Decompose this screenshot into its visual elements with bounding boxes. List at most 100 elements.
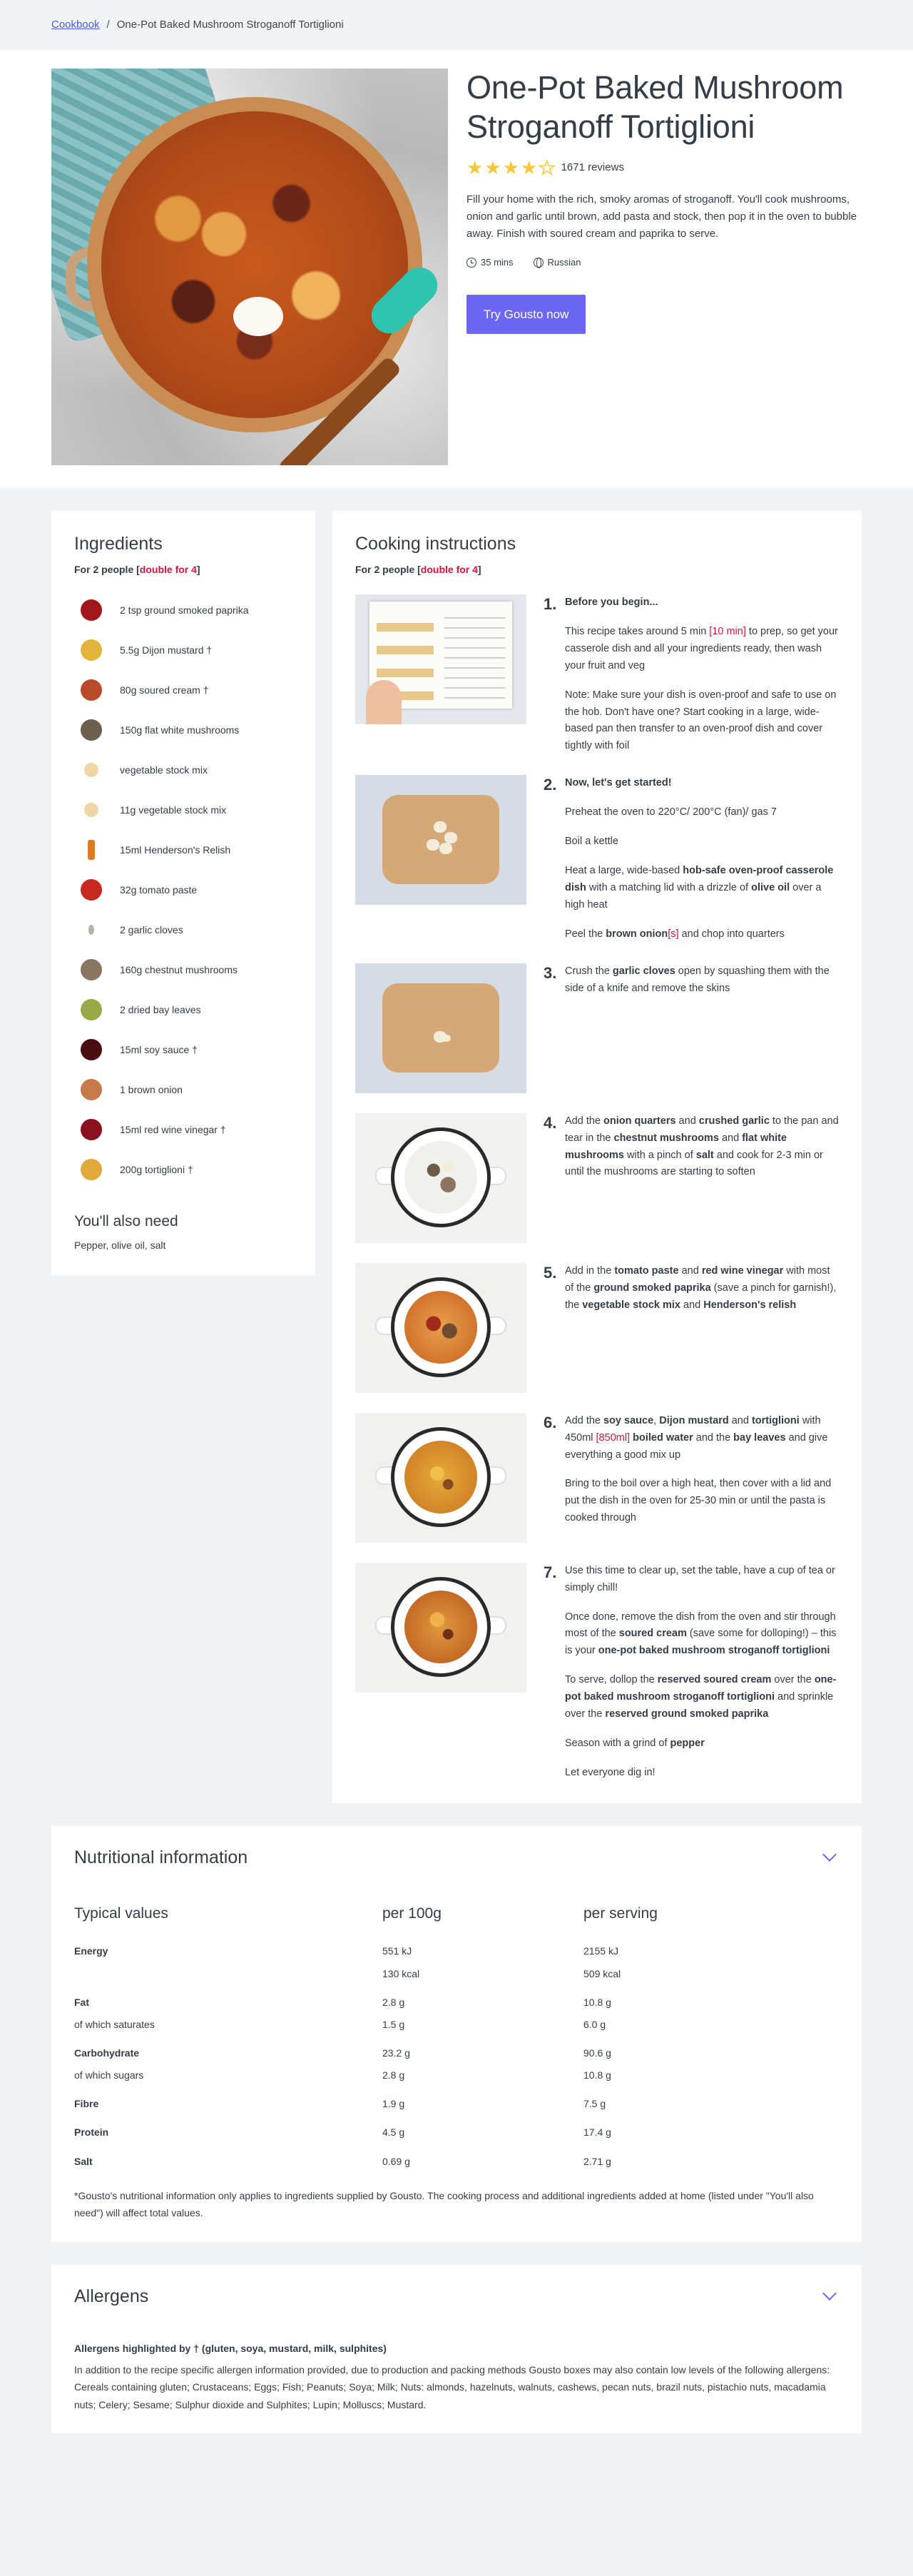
double-for-4-link[interactable]: double for 4: [140, 564, 197, 575]
chevron-down-icon[interactable]: [822, 1847, 837, 1862]
ingredient-item: 2 dried bay leaves: [74, 990, 292, 1030]
bay-leaf-icon: [74, 993, 108, 1027]
breadcrumb-current: One-Pot Baked Mushroom Stroganoff Tortig…: [116, 19, 344, 31]
nutrition-per100g: 23.2 g: [382, 2047, 410, 2059]
ingredient-item: 15ml Henderson's Relish: [74, 830, 292, 870]
recipe-rating[interactable]: ★ ★ ★ ★ ★ 1671 reviews: [466, 156, 862, 178]
nutrition-row: of which sugars 2.8 g 10.8 g: [74, 2064, 839, 2089]
step-paragraph: Use this time to clear up, set the table…: [565, 1563, 839, 1597]
instruction-step: 7. Use this time to clear up, set the tab…: [355, 1562, 839, 1782]
step-ingredient: reserved soured cream: [657, 1674, 772, 1686]
step-number: 2.: [544, 776, 557, 794]
servings-suffix: ]: [477, 563, 481, 575]
nutrition-perserving: 17.4 g: [583, 2126, 611, 2139]
breadcrumb-cookbook-link[interactable]: Cookbook: [51, 16, 100, 34]
nutrition-per100g: 0.69 g: [382, 2155, 410, 2167]
step-quantity-for-4: [850ml]: [596, 1431, 631, 1444]
step-text: Add in the tomato paste and red wine vin…: [565, 1263, 839, 1393]
nutrition-row: Salt 0.69 g 2.71 g: [74, 2147, 839, 2172]
breadcrumb: Cookbook / One-Pot Baked Mushroom Stroga…: [0, 0, 913, 50]
ingredient-label: 15ml soy sauce †: [120, 1043, 198, 1055]
nutrition-row: Protein 4.5 g 17.4 g: [74, 2118, 839, 2146]
nutrition-header-typical: Typical values: [74, 1905, 168, 1922]
nutrition-footnote: *Gousto's nutritional information only a…: [74, 2190, 814, 2218]
step-ingredient: ground smoked paprika: [593, 1282, 711, 1294]
allergens-highlight: Allergens highlighted by † (gluten, soya…: [74, 2343, 387, 2355]
soy-sauce-icon: [74, 1033, 108, 1067]
step-text-segment: Crush the: [565, 965, 613, 977]
instruction-step: 3. Crush the garlic cloves open by squash…: [355, 963, 839, 1093]
step-text-segment: Preheat the oven to 220°C/ 200°C (fan)/ …: [565, 806, 777, 818]
step-ingredient: brown onion: [606, 928, 668, 940]
step-ingredient: chestnut mushrooms: [613, 1132, 719, 1144]
step-quantity-for-4: [s]: [668, 928, 679, 940]
nutrition-table: Typical values per 100g per serving Ener…: [74, 1902, 839, 2172]
step-paragraph: Boil a kettle: [565, 833, 839, 851]
garlic-icon: [74, 913, 108, 947]
nutrition-title: Nutritional information: [74, 1847, 248, 1867]
nutrition-per100g: 2.8 g: [382, 1997, 405, 2009]
allergens-header[interactable]: Allergens: [74, 2285, 839, 2308]
nutrition-header[interactable]: Nutritional information: [74, 1846, 839, 1870]
double-for-4-link[interactable]: double for 4: [421, 564, 478, 575]
nutrition-section: Nutritional information Typical values p…: [51, 1825, 862, 2242]
step-text-segment: and the: [693, 1431, 734, 1444]
pasta-icon: [74, 1152, 108, 1187]
step-quantity-for-4: [10 min]: [709, 625, 746, 637]
prep-time-value: 35 mins: [481, 256, 514, 268]
onion-icon: [74, 1073, 108, 1107]
step-text-segment: Peel the: [565, 928, 606, 940]
instruction-step: 2. Now, let's get started! Preheat the ove…: [355, 775, 839, 943]
nutrition-label: [74, 1963, 382, 1988]
step-ingredient: vegetable stock mix: [582, 1299, 681, 1311]
review-count[interactable]: 1671 reviews: [561, 159, 624, 176]
step-paragraph: Heat a large, wide-based hob-safe oven-p…: [565, 863, 839, 914]
recipe-title: One-Pot Baked Mushroom Stroganoff Tortig…: [466, 69, 844, 145]
step-text-segment: and chop into quarters: [678, 928, 785, 940]
nutrition-perserving: 509 kcal: [583, 1968, 621, 1980]
ingredient-label: 32g tomato paste: [120, 883, 198, 896]
nutrition-header-per100g: per 100g: [382, 1905, 442, 1922]
step-paragraph: Add the onion quarters and crushed garli…: [565, 1113, 839, 1182]
instruction-step: 5. Add in the tomato paste and red wine v…: [355, 1262, 839, 1393]
nutrition-header-perserving: per serving: [583, 1905, 658, 1922]
tomato-paste-icon: [74, 873, 108, 907]
ingredient-label: 5.5g Dijon mustard †: [120, 644, 213, 656]
instructions-panel: Cooking instructions For 2 people [doubl…: [332, 511, 862, 1803]
step-ingredient: tomato paste: [614, 1264, 679, 1277]
nutrition-per100g: 4.5 g: [382, 2126, 405, 2139]
nutrition-perserving: 10.8 g: [583, 2069, 611, 2081]
nutrition-perserving: 10.8 g: [583, 1997, 611, 2009]
ingredient-item: 15ml red wine vinegar †: [74, 1110, 292, 1150]
ingredient-label: 160g chestnut mushrooms: [120, 963, 238, 975]
ingredient-label: 15ml red wine vinegar †: [120, 1123, 226, 1135]
breadcrumb-separator: /: [106, 19, 110, 31]
nutrition-label: Fibre: [74, 2097, 99, 2109]
step-paragraph: Add the soy sauce, Dijon mustard and tor…: [565, 1413, 839, 1464]
nutrition-row: Carbohydrate 23.2 g 90.6 g: [74, 2039, 839, 2064]
ingredient-label: 150g flat white mushrooms: [120, 724, 240, 736]
ingredient-label: 2 dried bay leaves: [120, 1003, 201, 1015]
chevron-down-icon[interactable]: [822, 2286, 837, 2301]
ingredients-servings: For 2 people [double for 4]: [74, 562, 292, 577]
servings-prefix: For 2 people [: [355, 563, 421, 575]
step-text-segment: Heat a large, wide-based: [565, 865, 683, 877]
step-paragraph: Once done, remove the dish from the oven…: [565, 1609, 839, 1660]
step-number: 5.: [544, 1263, 557, 1282]
also-need-text: Pepper, olive oil, salt: [74, 1239, 166, 1252]
step-paragraph: Crush the garlic cloves open by squashin…: [565, 963, 839, 998]
step-text-segment: Note: Make sure your dish is oven-proof …: [565, 689, 837, 752]
try-gousto-button[interactable]: Try Gousto now: [466, 294, 586, 334]
nutrition-row: of which saturates 1.5 g 6.0 g: [74, 2014, 839, 2039]
ingredient-item: 1 brown onion: [74, 1070, 292, 1110]
ingredient-list: 2 tsp ground smoked paprika 5.5g Dijon mu…: [74, 590, 292, 1190]
nutrition-per100g: 551 kJ: [382, 1944, 412, 1957]
step-ingredient: tortiglioni: [751, 1414, 800, 1426]
step-ingredient: pepper: [670, 1738, 705, 1750]
allergens-title: Allergens: [74, 2286, 149, 2306]
step-text-segment: and: [675, 1115, 699, 1127]
star-icon: ★: [502, 156, 519, 178]
servings-suffix: ]: [196, 563, 200, 575]
step-image: [355, 1412, 526, 1543]
step-image: [355, 1262, 526, 1393]
